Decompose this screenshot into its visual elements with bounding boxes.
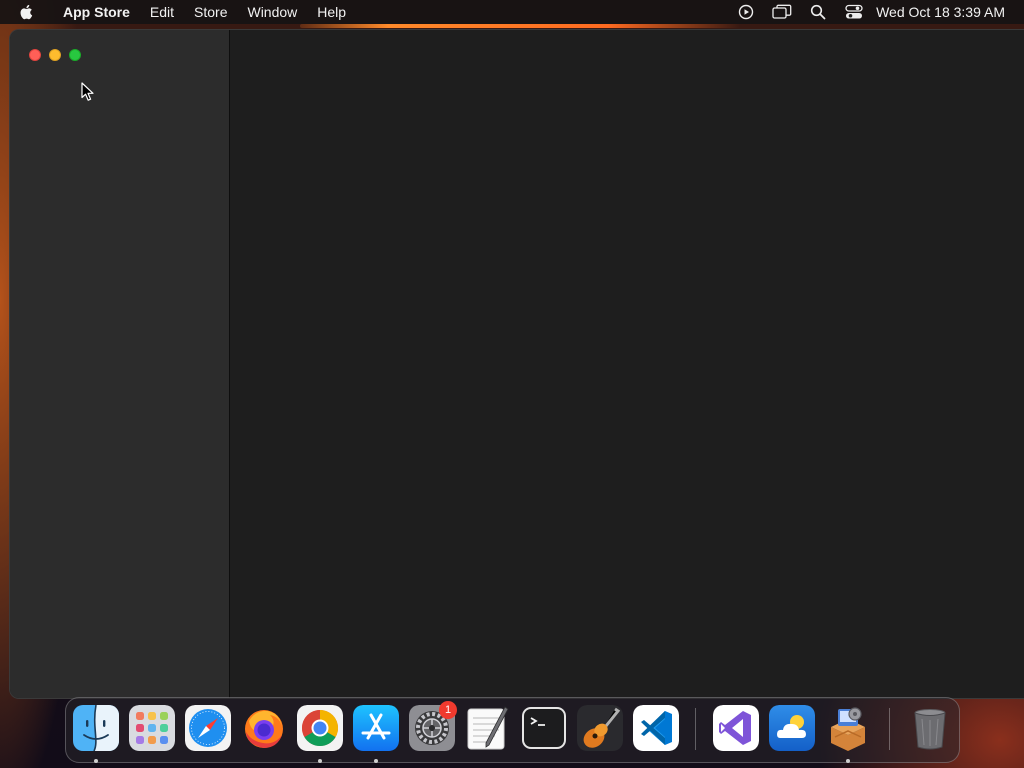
vscode-icon [633, 705, 679, 751]
textedit-icon [465, 705, 511, 751]
mouse-cursor-icon [81, 82, 94, 101]
dock-item-vscode[interactable] [633, 705, 679, 751]
close-button[interactable] [29, 49, 41, 61]
menu-edit[interactable]: Edit [140, 0, 184, 24]
menu-help[interactable]: Help [307, 0, 356, 24]
main-content [231, 30, 1024, 698]
dock-item-safari[interactable] [185, 705, 231, 751]
dock-item-app-store[interactable] [353, 705, 399, 763]
menu-window[interactable]: Window [237, 0, 307, 24]
dock-item-finder[interactable] [73, 705, 119, 763]
screen-recording-icon[interactable] [728, 0, 764, 24]
menu-bar: App Store Edit Store Window Help Wed Oct… [0, 0, 1024, 24]
dock: 1 [65, 697, 960, 763]
weather-icon [769, 705, 815, 751]
trash-icon [907, 705, 953, 751]
visual-studio-icon [713, 705, 759, 751]
dock-item-installer[interactable] [825, 705, 871, 763]
finder-icon [73, 705, 119, 751]
dock-item-textedit[interactable] [465, 705, 511, 751]
menu-bar-status-area: Wed Oct 18 3:39 AM [728, 0, 1024, 24]
launchpad-icon [129, 705, 175, 751]
dock-separator [889, 708, 890, 750]
running-indicator [846, 759, 850, 763]
dock-item-chrome[interactable] [297, 705, 343, 763]
wallpaper-glow [300, 24, 740, 28]
garageband-icon [577, 705, 623, 751]
dock-item-launchpad[interactable] [129, 705, 175, 751]
dock-item-visual-studio[interactable] [713, 705, 759, 751]
screen-mirroring-icon[interactable] [764, 0, 800, 24]
running-indicator [94, 759, 98, 763]
running-indicator [374, 759, 378, 763]
dock-item-garageband[interactable] [577, 705, 623, 751]
spotlight-search-icon[interactable] [800, 0, 836, 24]
menu-store[interactable]: Store [184, 0, 237, 24]
control-center-icon[interactable] [836, 0, 872, 24]
safari-icon [185, 705, 231, 751]
chrome-icon [297, 705, 343, 751]
dock-item-firefox[interactable] [241, 705, 287, 751]
app-menu[interactable]: App Store [53, 0, 140, 24]
dock-separator [695, 708, 696, 750]
window-controls [29, 49, 81, 61]
app-store-icon [353, 705, 399, 751]
menu-bar-clock[interactable]: Wed Oct 18 3:39 AM [872, 4, 1024, 20]
zoom-button[interactable] [69, 49, 81, 61]
app-store-window [9, 29, 1024, 699]
dock-item-system-settings[interactable]: 1 [409, 701, 457, 751]
running-indicator [318, 759, 322, 763]
terminal-icon [521, 705, 567, 751]
firefox-icon [241, 705, 287, 751]
notification-badge: 1 [439, 701, 457, 719]
minimize-button[interactable] [49, 49, 61, 61]
sidebar [10, 30, 230, 698]
dock-item-weather[interactable] [769, 705, 815, 751]
installer-icon [825, 705, 871, 751]
dock-item-terminal[interactable] [521, 705, 567, 751]
dock-item-trash[interactable] [907, 705, 953, 751]
apple-menu-icon[interactable] [18, 3, 36, 21]
